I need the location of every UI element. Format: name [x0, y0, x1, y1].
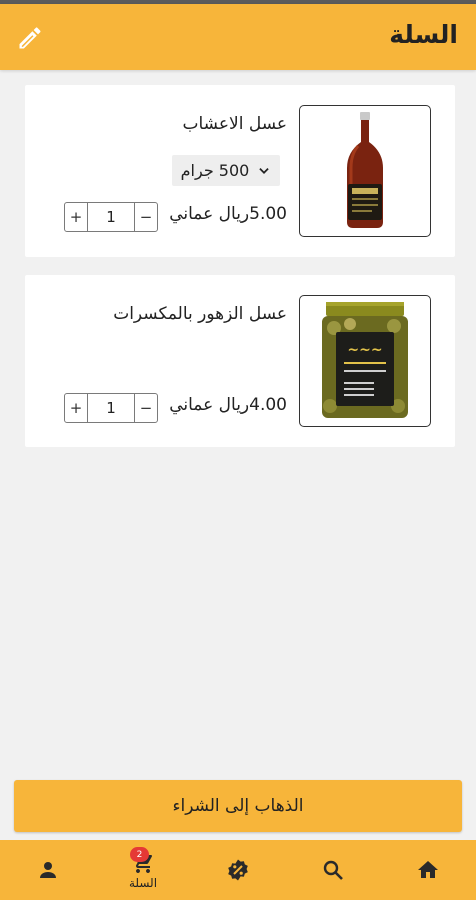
bottom-navigation: السلة 2 [0, 840, 476, 900]
app-bar: السلة [0, 4, 476, 70]
svg-text:~~~: ~~~ [347, 342, 382, 358]
increase-quantity-button[interactable]: + [65, 394, 87, 422]
edit-button[interactable] [16, 24, 44, 52]
badge-percent-icon [228, 859, 248, 881]
cart-item: ~~~ عسل الزهور بالمكسرات 4.00ريال عماني … [25, 275, 455, 447]
page-title: السلة [389, 20, 458, 49]
chevron-down-icon [259, 167, 270, 174]
nav-offers[interactable] [208, 840, 268, 900]
honey-nuts-jar-image: ~~~ [322, 302, 408, 418]
honey-bottle-image [347, 112, 383, 228]
size-dropdown[interactable]: 500 جرام [172, 155, 280, 186]
nav-profile[interactable] [18, 840, 78, 900]
nav-search[interactable] [303, 840, 363, 900]
quantity-stepper: + 1 − [64, 202, 158, 232]
increase-quantity-button[interactable]: + [65, 203, 87, 231]
checkout-button[interactable]: الذهاب إلى الشراء [14, 780, 462, 832]
decrease-quantity-button[interactable]: − [135, 203, 157, 231]
cart-item: عسل الاعشاب 500 جرام 5.00ريال عماني + 1 … [25, 85, 455, 257]
size-selected-value: 500 جرام [180, 161, 250, 180]
product-name: عسل الاعشاب [182, 114, 288, 134]
quantity-value: 1 [87, 394, 135, 422]
product-image-honey-bottle[interactable] [299, 105, 431, 237]
search-icon [323, 860, 343, 880]
cart-count-badge: 2 [130, 847, 149, 862]
nav-cart[interactable]: السلة 2 [113, 840, 173, 900]
nav-cart-label: السلة [128, 875, 158, 890]
quantity-stepper: + 1 − [64, 393, 158, 423]
product-price: 5.00ريال عماني [169, 204, 287, 224]
home-icon [418, 861, 438, 878]
quantity-value: 1 [87, 203, 135, 231]
nav-home[interactable] [398, 840, 458, 900]
decrease-quantity-button[interactable]: − [135, 394, 157, 422]
pencil-icon [19, 27, 41, 49]
product-price: 4.00ريال عماني [169, 395, 287, 415]
product-image-honey-nuts-jar[interactable]: ~~~ [299, 295, 431, 427]
person-icon [40, 862, 56, 878]
product-name: عسل الزهور بالمكسرات [113, 304, 287, 324]
